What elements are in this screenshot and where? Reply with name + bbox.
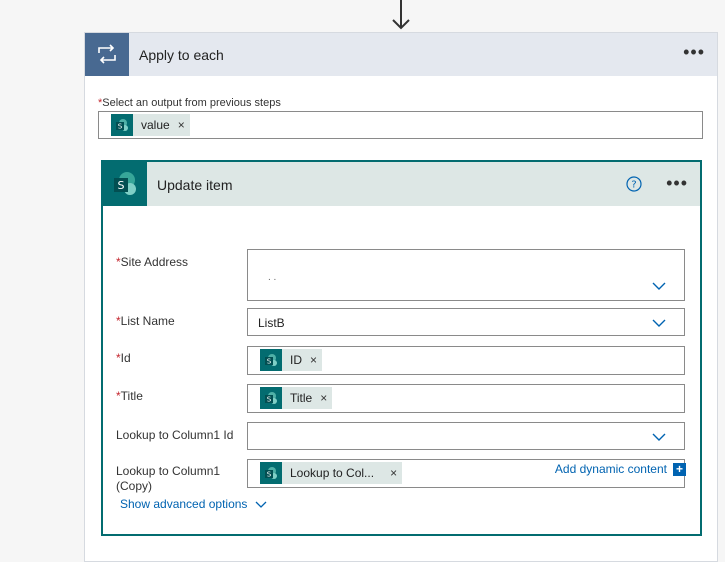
site-address-input[interactable]: . . [247,249,685,301]
value-token[interactable]: S value × [111,114,190,136]
svg-text:?: ? [631,180,636,191]
list-name-select[interactable]: ListB [247,308,685,336]
help-icon[interactable]: ? [626,176,642,192]
site-address-label: *Site Address [116,255,189,269]
id-token[interactable]: S ID × [260,349,323,371]
apply-to-each-card: Apply to each ••• *Select an output from… [84,32,718,562]
chevron-down-icon[interactable] [652,433,666,441]
select-output-input[interactable]: S value × [98,111,703,139]
more-options-icon[interactable]: ••• [666,174,688,192]
svg-text:S: S [267,358,272,366]
title-label: *Title [116,389,143,403]
title-input[interactable]: S Title × [247,384,685,413]
plus-icon: + [673,462,686,476]
update-item-card: S Update item ? ••• *Site Address . . *L… [101,160,702,536]
update-item-header[interactable]: S Update item ? ••• [103,162,700,206]
lookup-copy-token[interactable]: S Lookup to Col... × [260,462,403,484]
svg-text:S: S [267,396,272,404]
add-dynamic-content-link[interactable]: Add dynamic content + [555,462,686,476]
remove-token-button[interactable]: × [388,466,402,480]
sharepoint-icon: S [111,114,133,136]
svg-text:S: S [267,471,272,479]
chevron-down-icon [255,501,267,508]
update-item-title: Update item [157,177,233,193]
chevron-down-icon[interactable] [652,282,666,290]
lookup-id-label: Lookup to Column1 Id [116,428,234,442]
svg-text:S: S [118,179,125,192]
lookup-copy-label: Lookup to Column1 (Copy) [116,464,221,493]
remove-token-button[interactable]: × [176,118,190,132]
show-advanced-options-link[interactable]: Show advanced options [120,497,267,511]
sharepoint-icon: S [260,349,282,371]
apply-to-each-header[interactable]: Apply to each ••• [85,33,717,76]
svg-text:S: S [118,123,123,131]
remove-token-button[interactable]: × [308,353,322,367]
chevron-down-icon[interactable] [652,319,666,327]
remove-token-button[interactable]: × [318,391,332,405]
list-name-label: *List Name [116,314,175,328]
lookup-id-select[interactable] [247,422,685,450]
title-token[interactable]: S Title × [260,387,333,409]
id-label: *Id [116,351,131,365]
arrow-down-icon [392,0,410,30]
sharepoint-icon: S [260,462,282,484]
sharepoint-icon: S [103,162,147,206]
loop-icon [85,33,129,76]
sharepoint-icon: S [260,387,282,409]
select-output-label: *Select an output from previous steps [98,97,281,109]
apply-to-each-title: Apply to each [139,47,224,63]
more-options-icon[interactable]: ••• [683,43,705,61]
id-input[interactable]: S ID × [247,346,685,375]
